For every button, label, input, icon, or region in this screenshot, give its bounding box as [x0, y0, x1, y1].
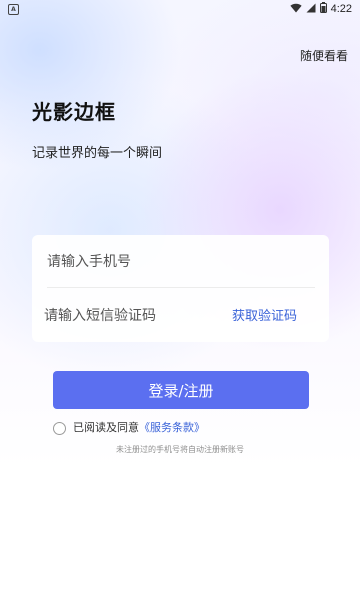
terms-of-service-link[interactable]: 《服务条款》 [139, 421, 205, 435]
get-code-button[interactable]: 获取验证码 [232, 308, 297, 326]
agreement-prefix: 已阅读及同意 [73, 421, 139, 434]
status-right: 4:22 [289, 2, 352, 16]
login-form-card: 获取验证码 [32, 235, 329, 342]
wifi-icon [289, 3, 302, 16]
battery-icon [319, 2, 327, 16]
login-register-button[interactable]: 登录/注册 [53, 371, 309, 409]
sms-code-input[interactable] [44, 301, 219, 331]
agreement-row: 已阅读及同意 《服务条款》 [53, 421, 205, 435]
app-notification-icon: A [8, 3, 19, 15]
status-left: A [8, 3, 19, 15]
app-title: 光影边框 [32, 100, 116, 124]
browse-skip-link[interactable]: 随便看看 [300, 47, 348, 64]
signal-icon [306, 3, 316, 16]
auto-register-hint: 未注册过的手机号将自动注册新账号 [116, 445, 244, 454]
app-subtitle: 记录世界的每一个瞬间 [32, 146, 163, 161]
agreement-checkbox[interactable] [53, 421, 66, 435]
form-divider [47, 287, 315, 288]
phone-input[interactable] [47, 247, 312, 277]
status-time: 4:22 [330, 3, 352, 15]
status-bar: A 4:22 [0, 0, 360, 18]
